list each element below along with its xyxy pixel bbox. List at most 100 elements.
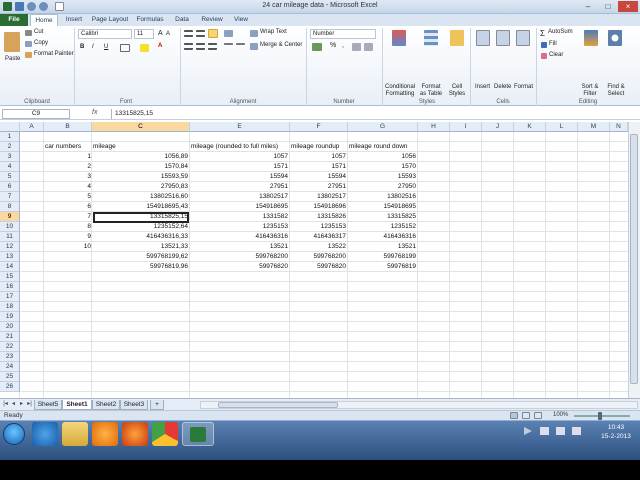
- sheet-tab-sheet5[interactable]: Sheet5: [34, 400, 62, 410]
- font-name-select[interactable]: Calibri: [78, 29, 132, 39]
- tab-view[interactable]: View: [230, 14, 252, 26]
- row-header[interactable]: 18: [0, 302, 20, 312]
- sheet-tab-sheet1[interactable]: Sheet1: [62, 400, 92, 410]
- format-as-table-button[interactable]: Format as Table: [418, 84, 444, 98]
- table-cell[interactable]: 1571: [190, 162, 289, 172]
- table-cell[interactable]: 1570,84: [92, 162, 189, 172]
- row-header[interactable]: 5: [0, 172, 20, 182]
- orientation-icon[interactable]: [224, 30, 233, 37]
- column-header[interactable]: E: [190, 122, 290, 132]
- excel-taskbar-icon[interactable]: [182, 422, 214, 446]
- table-header-cell[interactable]: car numbers: [45, 142, 81, 152]
- sheet-tab-sheet3[interactable]: Sheet3: [120, 400, 148, 410]
- grow-font-icon[interactable]: A: [158, 30, 163, 37]
- table-cell[interactable]: 154918695,43: [92, 202, 189, 212]
- row-header[interactable]: 15: [0, 272, 20, 282]
- row-header[interactable]: 21: [0, 332, 20, 342]
- table-cell[interactable]: 27951: [290, 182, 347, 192]
- cut-button[interactable]: Cut: [34, 29, 43, 35]
- copy-button[interactable]: Copy: [34, 40, 48, 46]
- table-cell[interactable]: 3: [44, 172, 92, 182]
- row-header[interactable]: 9: [0, 212, 20, 222]
- font-size-select[interactable]: 11: [134, 29, 154, 39]
- table-cell[interactable]: 154918696: [290, 202, 347, 212]
- table-cell[interactable]: 599768200: [190, 252, 289, 262]
- row-header[interactable]: 11: [0, 232, 20, 242]
- table-cell[interactable]: 15593,59: [92, 172, 189, 182]
- row-header[interactable]: 2: [0, 142, 20, 152]
- firefox-icon[interactable]: [122, 422, 148, 446]
- table-cell[interactable]: 599768199: [348, 252, 417, 262]
- column-header[interactable]: N: [610, 122, 628, 132]
- tab-insert[interactable]: Insert: [60, 14, 88, 26]
- table-cell[interactable]: 9: [44, 232, 92, 242]
- column-header[interactable]: H: [418, 122, 450, 132]
- tab-data[interactable]: Data: [170, 14, 194, 26]
- table-cell[interactable]: 8: [44, 222, 92, 232]
- horizontal-scroll-thumb[interactable]: [218, 402, 338, 408]
- table-cell[interactable]: 1235152: [348, 222, 417, 232]
- table-header-cell[interactable]: mileage round down: [349, 142, 408, 152]
- internet-explorer-icon[interactable]: [32, 422, 58, 446]
- delete-cells-button[interactable]: Delete: [494, 84, 511, 90]
- table-cell[interactable]: 1056: [348, 152, 417, 162]
- align-right-icon[interactable]: [208, 43, 217, 50]
- fill-color-icon[interactable]: [140, 44, 149, 52]
- table-cell[interactable]: 13521,33: [92, 242, 189, 252]
- tab-page-layout[interactable]: Page Layout: [90, 14, 130, 26]
- table-cell[interactable]: 13802517: [290, 192, 347, 202]
- column-header[interactable]: G: [348, 122, 418, 132]
- insert-function-icon[interactable]: fx: [92, 109, 97, 116]
- decrease-decimal-icon[interactable]: [364, 43, 373, 51]
- table-cell[interactable]: 13802516: [348, 192, 417, 202]
- row-header[interactable]: 16: [0, 282, 20, 292]
- table-cell[interactable]: 59976820: [290, 262, 347, 272]
- row-header[interactable]: 23: [0, 352, 20, 362]
- column-header[interactable]: K: [514, 122, 546, 132]
- worksheet-grid[interactable]: A B C E F G H I J K L M N 1 2 3 4 5 6 7 8 9 10 11 1…: [0, 122, 628, 398]
- table-cell[interactable]: 154918695: [190, 202, 289, 212]
- tray-arrow-icon[interactable]: [524, 427, 532, 435]
- maximize-icon[interactable]: □: [598, 1, 618, 12]
- column-header[interactable]: B: [44, 122, 92, 132]
- select-all-corner[interactable]: [0, 122, 20, 132]
- close-icon[interactable]: ×: [618, 1, 638, 12]
- row-header[interactable]: 22: [0, 342, 20, 352]
- row-header[interactable]: 6: [0, 182, 20, 192]
- conditional-formatting-button[interactable]: Conditional Formatting: [385, 84, 415, 98]
- paste-icon[interactable]: [4, 32, 20, 52]
- column-header[interactable]: L: [546, 122, 578, 132]
- column-header[interactable]: M: [578, 122, 610, 132]
- zoom-slider[interactable]: [574, 415, 630, 417]
- last-sheet-icon[interactable]: ▸|: [26, 400, 33, 409]
- tab-home[interactable]: Home: [30, 14, 58, 26]
- explorer-folder-icon[interactable]: [62, 422, 88, 446]
- cell-styles-button[interactable]: Cell Styles: [446, 84, 468, 98]
- next-sheet-icon[interactable]: ▸: [18, 400, 25, 409]
- table-cell[interactable]: 416436316,33: [92, 232, 189, 242]
- shrink-font-icon[interactable]: A: [166, 31, 170, 37]
- table-cell[interactable]: 416436317: [290, 232, 347, 242]
- first-sheet-icon[interactable]: |◂: [2, 400, 9, 409]
- table-cell[interactable]: 15593: [348, 172, 417, 182]
- table-cell[interactable]: 416436316: [348, 232, 417, 242]
- decrease-indent-icon[interactable]: [224, 43, 233, 50]
- row-header[interactable]: 4: [0, 162, 20, 172]
- table-cell[interactable]: 13315825: [348, 212, 417, 222]
- table-cell[interactable]: 13802517: [190, 192, 289, 202]
- column-header[interactable]: C: [92, 122, 190, 132]
- table-header-cell[interactable]: mileage: [93, 142, 116, 152]
- minimize-icon[interactable]: –: [578, 1, 598, 12]
- row-header[interactable]: 14: [0, 262, 20, 272]
- prev-sheet-icon[interactable]: ◂: [10, 400, 17, 409]
- row-header[interactable]: 13: [0, 252, 20, 262]
- table-header-cell[interactable]: mileage (rounded to full miles): [191, 142, 278, 152]
- bold-button[interactable]: B: [80, 44, 84, 50]
- row-header[interactable]: 25: [0, 372, 20, 382]
- clear-button[interactable]: Clear: [549, 52, 563, 58]
- row-header[interactable]: 12: [0, 242, 20, 252]
- table-cell[interactable]: 7: [44, 212, 92, 222]
- formula-input[interactable]: 13315825,15: [111, 109, 631, 119]
- table-cell[interactable]: 6: [44, 202, 92, 212]
- table-cell[interactable]: 59976819: [348, 262, 417, 272]
